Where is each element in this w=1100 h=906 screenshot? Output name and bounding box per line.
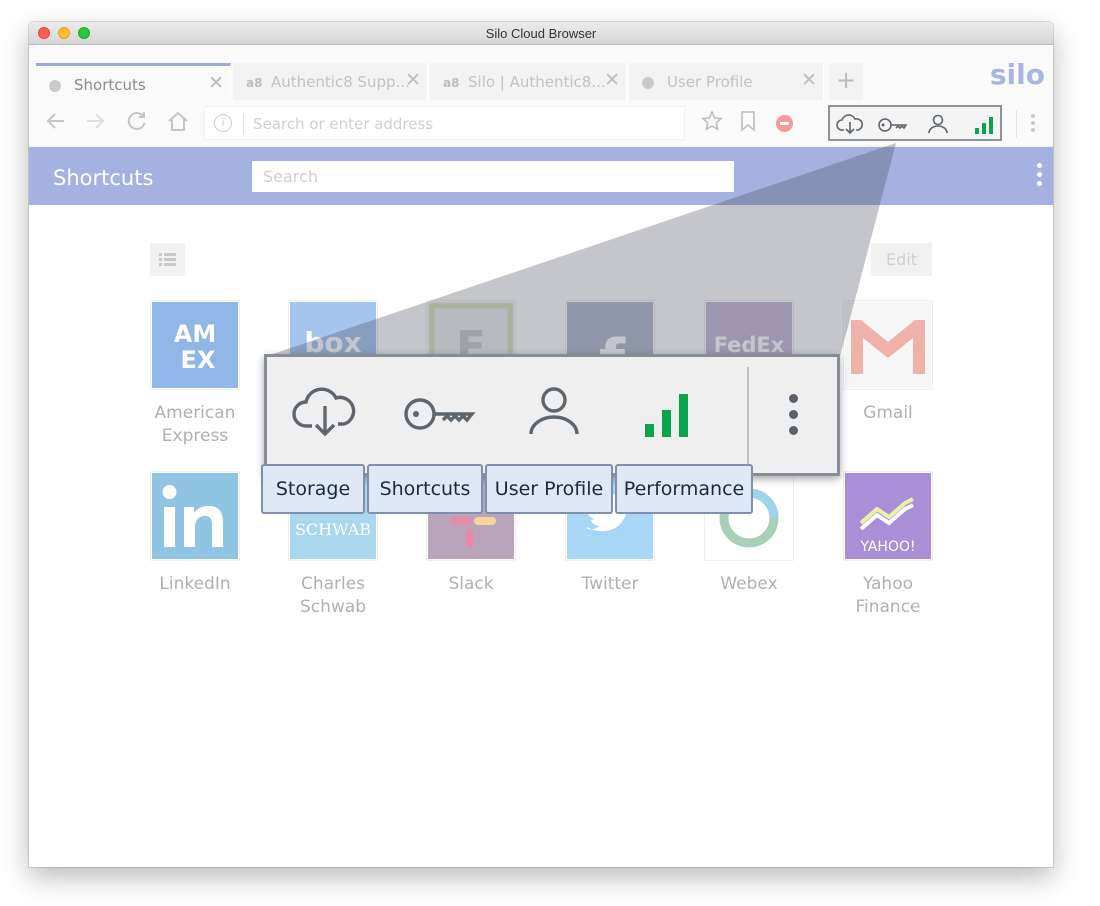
shortcut-label-linkedin: LinkedIn xyxy=(159,574,231,594)
shortcut-label-american-express: American Express xyxy=(154,403,236,446)
gmail-logo xyxy=(845,302,931,388)
home-icon[interactable] xyxy=(166,110,190,137)
tab-label: Shortcuts xyxy=(74,76,146,94)
user-icon[interactable] xyxy=(527,382,581,442)
tab-label: User Profile xyxy=(667,73,753,91)
shortcut-label-webex: Webex xyxy=(720,574,778,594)
title-bar: Silo Cloud Browser xyxy=(29,22,1053,45)
window-title: Silo Cloud Browser xyxy=(485,26,597,41)
close-tab-icon[interactable]: ✕ xyxy=(405,69,421,91)
key-icon[interactable] xyxy=(877,116,909,138)
shortcuts-callout-label: Shortcuts xyxy=(367,464,483,514)
stop-icon[interactable] xyxy=(776,115,793,132)
toolbar-menu-icon[interactable] xyxy=(789,394,799,442)
new-tab-button[interactable]: + xyxy=(829,63,863,100)
shortcut-label-yahoo-finance: Yahoo Finance xyxy=(855,574,921,617)
edit-button[interactable]: Edit xyxy=(871,243,932,276)
key-icon[interactable] xyxy=(403,394,477,438)
close-tab-icon[interactable]: ✕ xyxy=(208,72,224,94)
address-bar[interactable]: i xyxy=(204,106,685,140)
shortcut-label-twitter: Twitter xyxy=(581,574,639,594)
header-menu-icon[interactable] xyxy=(1037,163,1043,190)
close-tab-icon[interactable]: ✕ xyxy=(604,69,620,91)
forward-arrow-icon[interactable] xyxy=(84,110,106,137)
amex-logo: AM EX xyxy=(152,302,238,388)
yahoo-logo-text: YAHOO! xyxy=(859,539,915,555)
cloud-download-icon[interactable] xyxy=(292,382,358,442)
toolbar-divider xyxy=(747,367,749,471)
svg-text:AM: AM xyxy=(174,320,216,348)
address-input[interactable] xyxy=(253,113,673,135)
reload-icon[interactable] xyxy=(126,110,148,137)
tab-shortcuts[interactable]: Shortcuts ✕ xyxy=(36,63,231,100)
shortcut-linkedin[interactable] xyxy=(150,471,240,561)
address-divider xyxy=(243,113,244,135)
info-icon[interactable]: i xyxy=(214,114,232,132)
shortcuts-header: Shortcuts xyxy=(29,147,1053,205)
bookmark-star-icon[interactable] xyxy=(701,110,723,137)
user-profile-callout-label: User Profile xyxy=(485,464,613,514)
linkedin-logo xyxy=(152,473,238,559)
silo-toolbar xyxy=(828,105,1002,141)
silo-tab-icon xyxy=(642,77,654,89)
yahoo-finance-logo: YAHOO! xyxy=(845,473,931,559)
performance-callout-label: Performance xyxy=(615,464,753,514)
close-tab-icon[interactable]: ✕ xyxy=(801,69,817,91)
shortcuts-search-input[interactable] xyxy=(252,161,734,192)
shortcut-label-slack: Slack xyxy=(448,574,494,594)
cloud-download-icon[interactable] xyxy=(836,113,864,139)
silo-logo: silo xyxy=(989,58,1045,91)
list-view-button[interactable] xyxy=(150,243,185,276)
signal-bars-icon[interactable] xyxy=(974,113,994,139)
storage-callout-label: Storage xyxy=(261,464,365,514)
authentic8-tab-icon: a8 xyxy=(246,76,263,90)
signal-bars-icon[interactable] xyxy=(643,392,691,442)
tab-label: Silo | Authentic8... xyxy=(468,73,606,91)
schwab-logo-text: SCHWAB xyxy=(295,520,371,539)
svg-text:EX: EX xyxy=(181,346,216,374)
shortcut-yahoo-finance[interactable]: YAHOO! xyxy=(843,471,933,561)
tab-strip: Shortcuts ✕ a8 Authentic8 Supp... ✕ a8 S… xyxy=(29,45,1053,100)
shortcut-gmail[interactable] xyxy=(843,300,933,390)
tab-authentic8-support[interactable]: a8 Authentic8 Supp... ✕ xyxy=(233,63,428,100)
user-icon[interactable] xyxy=(927,113,949,139)
tab-silo-authentic8[interactable]: a8 Silo | Authentic8... ✕ xyxy=(430,63,627,100)
toolbar-divider xyxy=(1016,110,1017,138)
shortcut-american-express[interactable]: AM EX xyxy=(150,300,240,390)
tab-label: Authentic8 Supp... xyxy=(271,73,410,91)
zoomed-silo-toolbar xyxy=(264,354,840,476)
page-title: Shortcuts xyxy=(53,166,154,190)
browser-menu-icon[interactable] xyxy=(1030,112,1036,134)
shortcut-label-charles-schwab: Charles Schwab xyxy=(299,574,367,617)
silo-tab-icon xyxy=(49,80,61,92)
tab-user-profile[interactable]: User Profile ✕ xyxy=(629,63,824,100)
authentic8-tab-icon: a8 xyxy=(443,76,460,90)
back-arrow-icon[interactable] xyxy=(45,110,67,137)
bookmark-icon[interactable] xyxy=(739,110,757,137)
